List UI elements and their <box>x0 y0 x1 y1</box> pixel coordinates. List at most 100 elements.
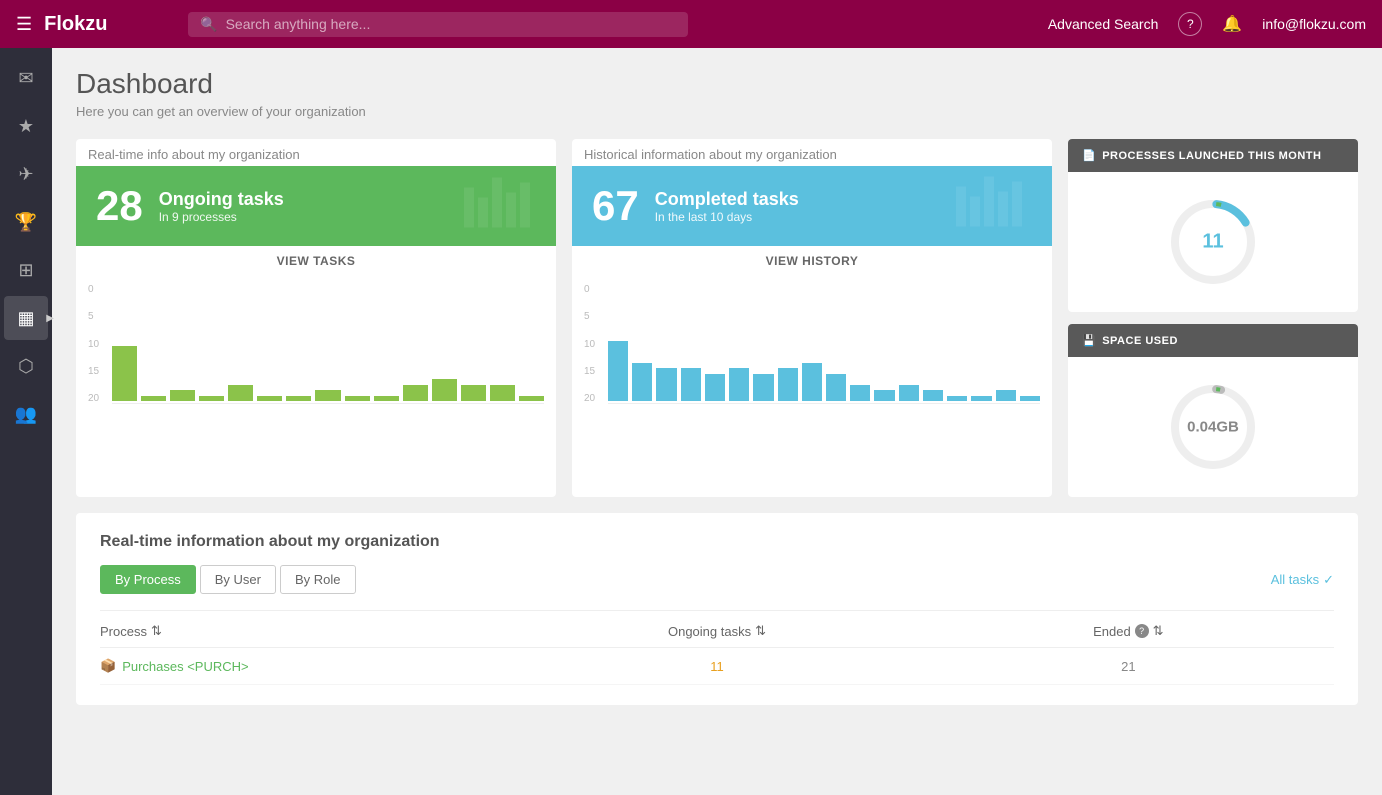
processes-launched-body: 11 <box>1068 172 1358 312</box>
ongoing-label: Ongoing tasks <box>159 189 284 210</box>
sort-icon-ongoing[interactable]: ⇅ <box>755 623 766 639</box>
advanced-search-link[interactable]: Advanced Search <box>1048 16 1159 32</box>
realtime-title: Real-time info about my organization <box>76 139 556 166</box>
historical-title: Historical information about my organiza… <box>572 139 1052 166</box>
historical-chart-area: 20 15 10 5 0 <box>572 276 1052 432</box>
bar <box>490 385 515 402</box>
app-logo: Flokzu <box>44 13 164 36</box>
bar <box>874 390 894 401</box>
topnav-right: Advanced Search ? 🔔 info@flokzu.com <box>1048 12 1366 36</box>
all-tasks-link[interactable]: All tasks ✓ <box>1271 572 1334 588</box>
main-layout: ✉ ★ ✈ 🏆 ⊞ ▦ ⬡ 👥 Dashboard Here you can g… <box>0 48 1382 795</box>
bar <box>461 385 486 402</box>
bar <box>170 390 195 401</box>
bar <box>112 346 137 401</box>
bar <box>403 385 428 402</box>
bar <box>228 385 253 402</box>
bar <box>753 374 773 402</box>
search-icon: 🔍 <box>200 16 217 33</box>
processes-donut: 11 <box>1163 192 1263 292</box>
sidebar-item-favorites[interactable]: ★ <box>4 104 48 148</box>
sort-icon-ended[interactable]: ⇅ <box>1153 623 1164 639</box>
bar <box>374 396 399 402</box>
bar <box>345 396 370 402</box>
ongoing-count-cell: 11 <box>511 659 922 674</box>
all-tasks-label: All tasks <box>1271 572 1319 587</box>
bar <box>656 368 676 401</box>
bar <box>1020 396 1040 402</box>
bar <box>996 390 1016 401</box>
realtime-chart-area: 20 15 10 5 0 <box>76 276 556 432</box>
search-bar[interactable]: 🔍 <box>188 12 688 37</box>
page-title: Dashboard <box>76 68 1358 100</box>
bar <box>315 390 340 401</box>
bar <box>257 396 282 402</box>
view-history-button[interactable]: VIEW HISTORY <box>572 246 1052 276</box>
bar <box>778 368 798 401</box>
processes-launched-label: PROCESSES LAUNCHED THIS MONTH <box>1102 150 1321 162</box>
process-label[interactable]: Purchases <PURCH> <box>122 659 248 674</box>
bar <box>802 363 822 402</box>
process-name-cell: 📦 Purchases <PURCH> <box>100 658 511 674</box>
bar <box>141 396 166 402</box>
bar <box>681 368 701 401</box>
bar <box>608 341 628 402</box>
sidebar-item-send[interactable]: ✈ <box>4 152 48 196</box>
bar <box>286 396 311 402</box>
ongoing-stat: 28 Ongoing tasks In 9 processes <box>76 166 556 246</box>
stat-bg-bars-blue <box>956 172 1036 241</box>
space-used-card: 💾 SPACE USED 0.04GB <box>1068 324 1358 497</box>
hdd-icon: 💾 <box>1082 334 1096 347</box>
bar <box>632 363 652 402</box>
sidebar-item-users[interactable]: 👥 <box>4 392 48 436</box>
table-row: 📦 Purchases <PURCH> 11 21 <box>100 648 1334 685</box>
sidebar-item-inbox[interactable]: ✉ <box>4 56 48 100</box>
bar <box>729 368 749 401</box>
help-icon[interactable]: ? <box>1178 12 1202 36</box>
space-used-body: 0.04GB <box>1068 357 1358 497</box>
space-donut-value: 0.04GB <box>1187 419 1239 436</box>
realtime-card: Real-time info about my organization 28 … <box>76 139 556 497</box>
space-used-label: SPACE USED <box>1102 335 1178 347</box>
help-icon-ended[interactable]: ? <box>1135 624 1149 638</box>
sidebar: ✉ ★ ✈ 🏆 ⊞ ▦ ⬡ 👥 <box>0 48 52 795</box>
dashboard-top-grid: Real-time info about my organization 28 … <box>76 139 1358 497</box>
sidebar-item-barchart[interactable]: ▦ <box>4 296 48 340</box>
sort-icon-process[interactable]: ⇅ <box>151 623 162 639</box>
sidebar-item-box[interactable]: ⬡ <box>4 344 48 388</box>
menu-icon[interactable]: ☰ <box>16 14 32 35</box>
bottom-title: Real-time information about my organizat… <box>100 533 1334 551</box>
all-tasks-icon: ✓ <box>1323 572 1334 588</box>
ended-count-cell: 21 <box>923 659 1334 674</box>
bar <box>971 396 991 402</box>
historical-y-labels: 20 15 10 5 0 <box>584 284 595 404</box>
tab-by-role[interactable]: By Role <box>280 565 356 594</box>
stat-bg-bars <box>464 173 544 240</box>
green-bars <box>112 284 544 404</box>
realtime-chart: 20 15 10 5 0 <box>88 284 544 424</box>
topnav: ☰ Flokzu 🔍 Advanced Search ? 🔔 info@flok… <box>0 0 1382 48</box>
user-email: info@flokzu.com <box>1262 16 1366 32</box>
historical-chart: 20 15 10 5 0 <box>584 284 1040 424</box>
bottom-section: Real-time information about my organizat… <box>76 513 1358 705</box>
header-ended: Ended ? ⇅ <box>923 623 1334 639</box>
tab-group: By Process By User By Role <box>100 565 356 594</box>
bar <box>826 374 846 402</box>
realtime-y-labels: 20 15 10 5 0 <box>88 284 99 404</box>
page-subtitle: Here you can get an overview of your org… <box>76 104 1358 119</box>
completed-stat: 67 Completed tasks In the last 10 days <box>572 166 1052 246</box>
header-ongoing: Ongoing tasks ⇅ <box>511 623 922 639</box>
processes-launched-header: 📄 PROCESSES LAUNCHED THIS MONTH <box>1068 139 1358 172</box>
sidebar-item-layers[interactable]: ⊞ <box>4 248 48 292</box>
ongoing-sublabel: In 9 processes <box>159 210 284 224</box>
sidebar-item-trophy[interactable]: 🏆 <box>4 200 48 244</box>
bar <box>519 396 544 402</box>
search-input[interactable] <box>226 16 677 32</box>
tab-by-user[interactable]: By User <box>200 565 276 594</box>
view-tasks-button[interactable]: VIEW TASKS <box>76 246 556 276</box>
tab-by-process[interactable]: By Process <box>100 565 196 594</box>
bar <box>923 390 943 401</box>
content-area: Dashboard Here you can get an overview o… <box>52 48 1382 795</box>
bell-icon[interactable]: 🔔 <box>1222 14 1242 34</box>
right-col: 📄 PROCESSES LAUNCHED THIS MONTH 11 <box>1068 139 1358 497</box>
